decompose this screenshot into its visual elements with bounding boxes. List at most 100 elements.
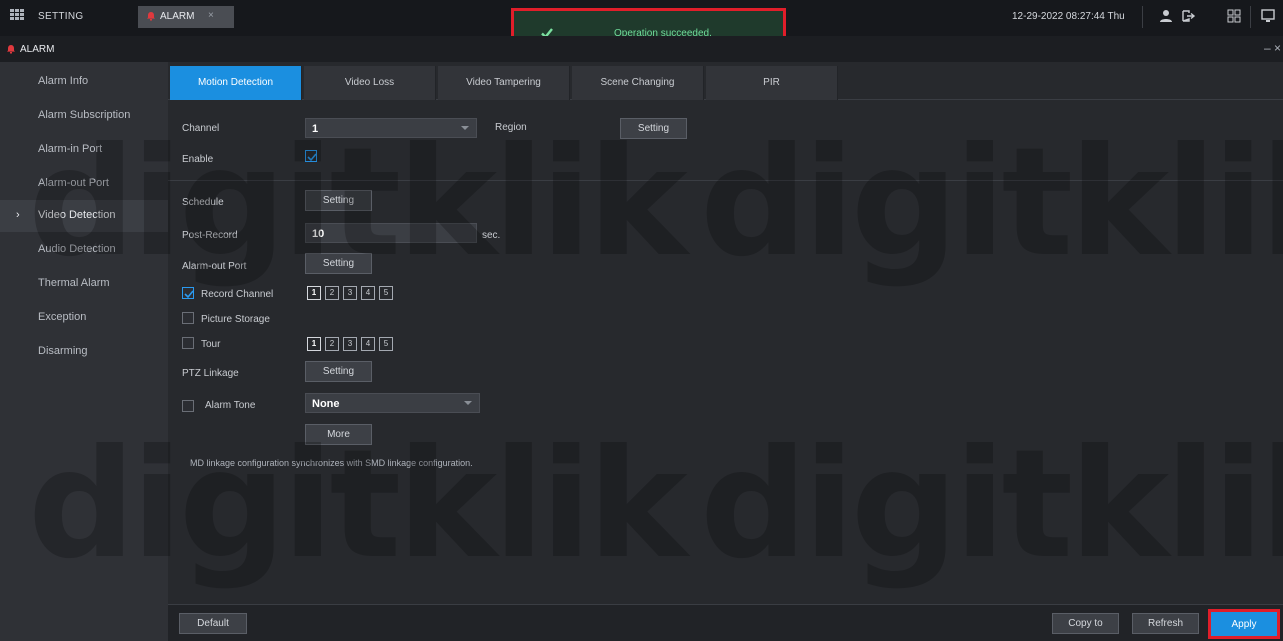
- sidebar-item-label: Alarm-out Port: [38, 177, 109, 189]
- record-channel-5[interactable]: 5: [379, 286, 393, 300]
- sidebar-item-label: Audio Detection: [38, 243, 116, 255]
- alarm-tone-checkbox[interactable]: [182, 400, 194, 412]
- post-record-unit: sec.: [482, 230, 501, 241]
- alarm-tone-value: None: [312, 398, 340, 410]
- record-channel-4[interactable]: 4: [361, 286, 375, 300]
- sidebar-item-exception[interactable]: Exception: [0, 302, 168, 334]
- tour-label: Tour: [201, 339, 221, 350]
- channel-number: 4: [365, 339, 371, 348]
- button-label: Copy to: [1068, 618, 1103, 629]
- tab-video-loss[interactable]: Video Loss: [304, 66, 436, 100]
- post-record-input[interactable]: 10: [305, 223, 477, 243]
- channel-number: 1: [311, 288, 317, 297]
- tour-channel-3[interactable]: 3: [343, 337, 357, 351]
- alarm-bell-icon: [7, 45, 15, 54]
- picture-storage-checkbox[interactable]: [182, 312, 194, 324]
- window-title-bar: ALARM – ×: [0, 36, 1283, 62]
- record-channel-2[interactable]: 2: [325, 286, 339, 300]
- sidebar-item-label: Video Detection: [38, 209, 116, 221]
- sidebar-item-alarm-in-port[interactable]: Alarm-in Port: [0, 134, 168, 166]
- button-label: Setting: [637, 123, 670, 134]
- tab-label: PIR: [763, 77, 780, 88]
- picture-storage-label: Picture Storage: [201, 314, 270, 325]
- record-channel-checkbox[interactable]: [182, 287, 194, 299]
- sidebar-item-thermal-alarm[interactable]: Thermal Alarm: [0, 268, 168, 300]
- channel-number: 2: [329, 288, 335, 297]
- record-channel-3[interactable]: 3: [343, 286, 357, 300]
- enable-checkbox[interactable]: [305, 150, 317, 162]
- alarm-tab-close-icon[interactable]: ×: [208, 10, 214, 21]
- tab-scene-changing[interactable]: Scene Changing: [572, 66, 704, 100]
- monitor-icon[interactable]: [1260, 8, 1276, 24]
- region-setting-button[interactable]: Setting: [620, 118, 687, 139]
- more-button[interactable]: More: [305, 424, 372, 445]
- tab-motion-detection[interactable]: Motion Detection: [170, 66, 302, 100]
- sidebar-item-label: Alarm-in Port: [38, 143, 103, 155]
- button-label: Setting: [322, 195, 355, 206]
- button-label: Apply: [1231, 619, 1257, 630]
- channel-number: 3: [347, 288, 353, 297]
- button-label: Refresh: [1147, 618, 1183, 629]
- setting-nav-label[interactable]: SETTING: [38, 11, 83, 22]
- alarm-tab-label: ALARM: [160, 11, 195, 22]
- apply-button[interactable]: Apply: [1208, 609, 1280, 639]
- tab-label: Video Loss: [344, 77, 395, 88]
- sidebar-item-disarming[interactable]: Disarming: [0, 336, 168, 368]
- button-label: Setting: [322, 366, 355, 377]
- main-menu-grid-icon[interactable]: [10, 9, 24, 21]
- sidebar-item-label: Alarm Subscription: [38, 109, 131, 121]
- default-button[interactable]: Default: [179, 613, 247, 634]
- window-controls[interactable]: – ×: [1264, 41, 1281, 55]
- alarm-tone-label: Alarm Tone: [205, 400, 256, 411]
- ptz-setting-button[interactable]: Setting: [305, 361, 372, 382]
- record-channel-label: Record Channel: [201, 289, 274, 300]
- post-record-label: Post-Record: [182, 230, 238, 241]
- sidebar-item-label: Exception: [38, 311, 87, 323]
- sidebar-item-video-detection[interactable]: › Video Detection: [0, 200, 168, 232]
- refresh-button[interactable]: Refresh: [1132, 613, 1199, 634]
- schedule-setting-button[interactable]: Setting: [305, 190, 372, 211]
- sidebar-item-alarm-subscription[interactable]: Alarm Subscription: [0, 100, 168, 132]
- button-label: Default: [197, 618, 229, 629]
- record-channel-1[interactable]: 1: [307, 286, 321, 300]
- detection-tabs: Motion Detection Video Loss Video Tamper…: [168, 66, 1283, 100]
- sidebar-item-label: Thermal Alarm: [38, 277, 110, 289]
- window-title: ALARM: [20, 44, 55, 55]
- datetime-display: 12-29-2022 08:27:44 Thu: [1012, 11, 1125, 22]
- channel-number: 5: [383, 339, 389, 348]
- sidebar-item-alarm-out-port[interactable]: Alarm-out Port: [0, 168, 168, 200]
- alarm-out-setting-button[interactable]: Setting: [305, 253, 372, 274]
- sidebar: Alarm Info Alarm Subscription Alarm-in P…: [0, 62, 168, 641]
- sidebar-item-audio-detection[interactable]: Audio Detection: [0, 234, 168, 266]
- channel-number: 4: [365, 288, 371, 297]
- fullscreen-grid-icon[interactable]: [1226, 8, 1242, 24]
- channel-number: 2: [329, 339, 335, 348]
- chevron-right-icon: ›: [16, 209, 20, 221]
- button-label: Setting: [322, 258, 355, 269]
- ptz-linkage-label: PTZ Linkage: [182, 368, 239, 379]
- logout-icon[interactable]: [1180, 8, 1196, 24]
- channel-select[interactable]: 1: [305, 118, 477, 138]
- user-icon[interactable]: [1158, 8, 1174, 24]
- post-record-value: 10: [312, 228, 325, 240]
- tour-channel-1[interactable]: 1: [307, 337, 321, 351]
- channel-value: 1: [312, 123, 319, 135]
- tour-channel-4[interactable]: 4: [361, 337, 375, 351]
- channel-label: Channel: [182, 123, 220, 134]
- channel-number: 1: [311, 339, 317, 348]
- alarm-tone-select[interactable]: None: [305, 393, 480, 413]
- alarm-out-port-label: Alarm-out Port: [182, 261, 247, 272]
- tour-checkbox[interactable]: [182, 337, 194, 349]
- tour-channel-5[interactable]: 5: [379, 337, 393, 351]
- tab-video-tampering[interactable]: Video Tampering: [438, 66, 570, 100]
- copy-to-button[interactable]: Copy to: [1052, 613, 1119, 634]
- alarm-tab[interactable]: ALARM ×: [138, 6, 234, 28]
- enable-label: Enable: [182, 154, 214, 165]
- sidebar-item-alarm-info[interactable]: Alarm Info: [0, 66, 168, 98]
- chevron-down-icon: [464, 401, 472, 405]
- tour-channel-2[interactable]: 2: [325, 337, 339, 351]
- tab-pir[interactable]: PIR: [706, 66, 838, 100]
- tab-label: Motion Detection: [197, 77, 274, 88]
- chevron-down-icon: [461, 126, 469, 130]
- tab-label: Scene Changing: [600, 77, 675, 88]
